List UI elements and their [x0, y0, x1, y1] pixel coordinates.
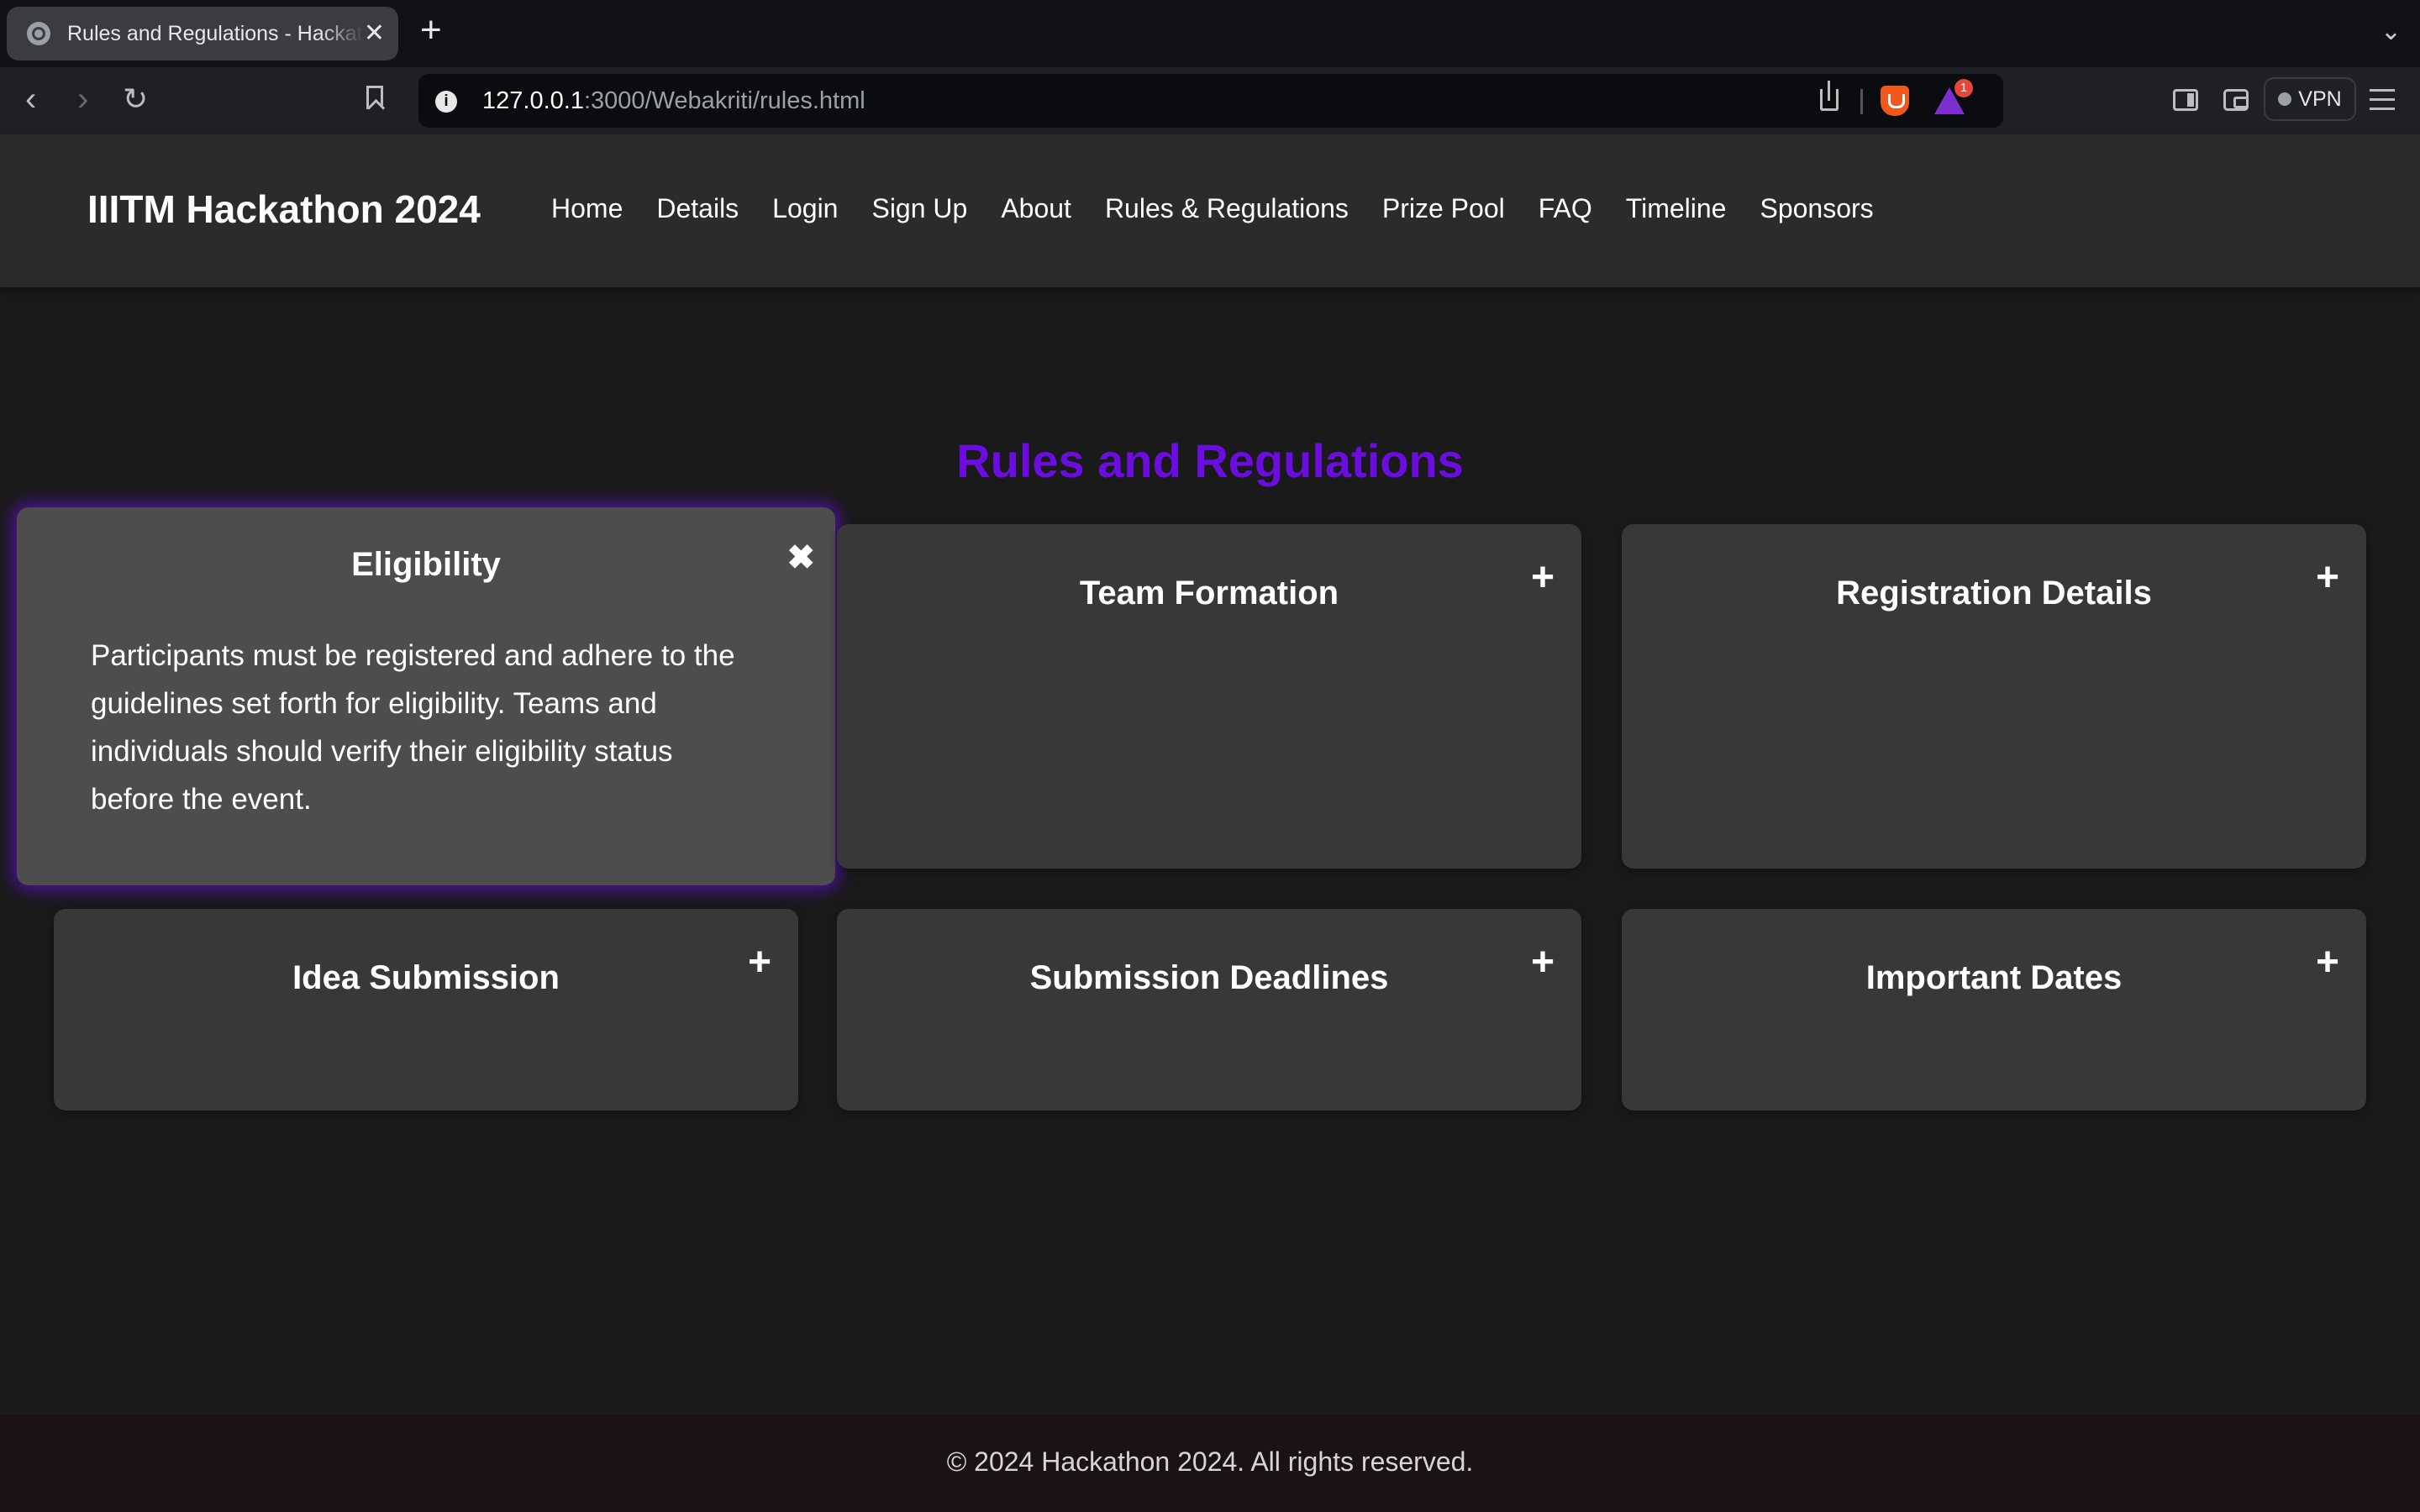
divider	[1860, 89, 1863, 114]
share-icon[interactable]	[1820, 81, 1839, 111]
globe-icon	[27, 22, 50, 45]
rule-card-idea-submission[interactable]: Idea Submission +	[54, 909, 798, 1110]
page-title: Rules and Regulations	[956, 433, 1464, 487]
forward-button[interactable]: ›	[77, 82, 88, 116]
card-title: Submission Deadlines	[1029, 959, 1389, 996]
rule-card-registration-details[interactable]: Registration Details +	[1622, 524, 2366, 869]
brave-shields-icon[interactable]	[1881, 86, 1909, 116]
nav-sponsors[interactable]: Sponsors	[1760, 193, 1873, 224]
close-tab-icon[interactable]: ✕	[364, 21, 385, 46]
rule-card-important-dates[interactable]: Important Dates +	[1622, 909, 2366, 1110]
browser-toolbar: ‹ › ↻ i 127.0.0.1:3000/Webakriti/rules.h…	[0, 67, 2420, 134]
site-info-icon[interactable]: i	[435, 91, 457, 113]
plus-icon[interactable]: +	[748, 942, 771, 983]
chevron-down-icon[interactable]: ⌄	[2381, 17, 2402, 46]
copyright-text: © 2024 Hackathon 2024. All rights reserv…	[946, 1446, 1474, 1477]
reload-button[interactable]: ↻	[123, 84, 148, 114]
sidebar-toggle-icon[interactable]	[2173, 89, 2198, 111]
address-bar[interactable]: i 127.0.0.1:3000/Webakriti/rules.html 1	[418, 74, 2003, 128]
card-title: Important Dates	[1865, 959, 2123, 996]
rule-card-team-formation[interactable]: Team Formation +	[837, 524, 1581, 869]
browser-tab[interactable]: Rules and Regulations - Hackathon 2024 ✕	[7, 7, 398, 60]
vpn-label: VPN	[2298, 87, 2342, 111]
browser-tab-strip: Rules and Regulations - Hackathon 2024 ✕…	[0, 0, 2420, 67]
new-tab-button[interactable]: +	[420, 12, 442, 49]
url-text[interactable]: 127.0.0.1:3000/Webakriti/rules.html	[482, 87, 865, 115]
nav-home[interactable]: Home	[551, 193, 623, 224]
nav-rules-regulations[interactable]: Rules & Regulations	[1105, 193, 1349, 224]
back-button[interactable]: ‹	[25, 82, 36, 116]
plus-icon[interactable]: +	[2316, 558, 2339, 598]
rewards-badge: 1	[1954, 79, 1973, 97]
url-host: 127.0.0.1	[482, 87, 584, 114]
wallet-icon[interactable]	[2223, 89, 2249, 111]
plus-icon[interactable]: +	[2316, 942, 2339, 983]
card-title: Registration Details	[1836, 575, 2152, 612]
bookmark-icon[interactable]	[366, 86, 383, 109]
tab-title: Rules and Regulations - Hackathon 2024	[67, 21, 364, 45]
site-brand[interactable]: IIITM Hackathon 2024	[87, 186, 481, 232]
card-body: Participants must be registered and adhe…	[91, 639, 735, 816]
card-title: Team Formation	[1079, 575, 1339, 612]
menu-icon[interactable]	[2370, 89, 2395, 111]
nav-login[interactable]: Login	[772, 193, 838, 224]
vpn-button[interactable]: VPN	[2264, 77, 2356, 121]
nav-faq[interactable]: FAQ	[1539, 193, 1592, 224]
vpn-status-icon	[2278, 92, 2292, 106]
card-title: Eligibility	[351, 546, 501, 583]
card-title: Idea Submission	[292, 959, 560, 996]
rule-card-submission-deadlines[interactable]: Submission Deadlines +	[837, 909, 1581, 1110]
nav-prize-pool[interactable]: Prize Pool	[1382, 193, 1505, 224]
rule-card-eligibility[interactable]: Eligibility ✖ Participants must be regis…	[17, 507, 835, 885]
close-icon[interactable]: ✖	[786, 541, 815, 575]
main-nav: Home Details Login Sign Up About Rules &…	[551, 193, 1874, 224]
nav-timeline[interactable]: Timeline	[1626, 193, 1727, 224]
site-footer: © 2024 Hackathon 2024. All rights reserv…	[0, 1415, 2420, 1512]
nav-about[interactable]: About	[1001, 193, 1071, 224]
nav-sign-up[interactable]: Sign Up	[871, 193, 967, 224]
url-path: :3000/Webakriti/rules.html	[583, 87, 865, 114]
nav-details[interactable]: Details	[656, 193, 739, 224]
plus-icon[interactable]: +	[1531, 942, 1555, 983]
site-header: IIITM Hackathon 2024 Home Details Login …	[0, 134, 2420, 287]
plus-icon[interactable]: +	[1531, 558, 1555, 598]
